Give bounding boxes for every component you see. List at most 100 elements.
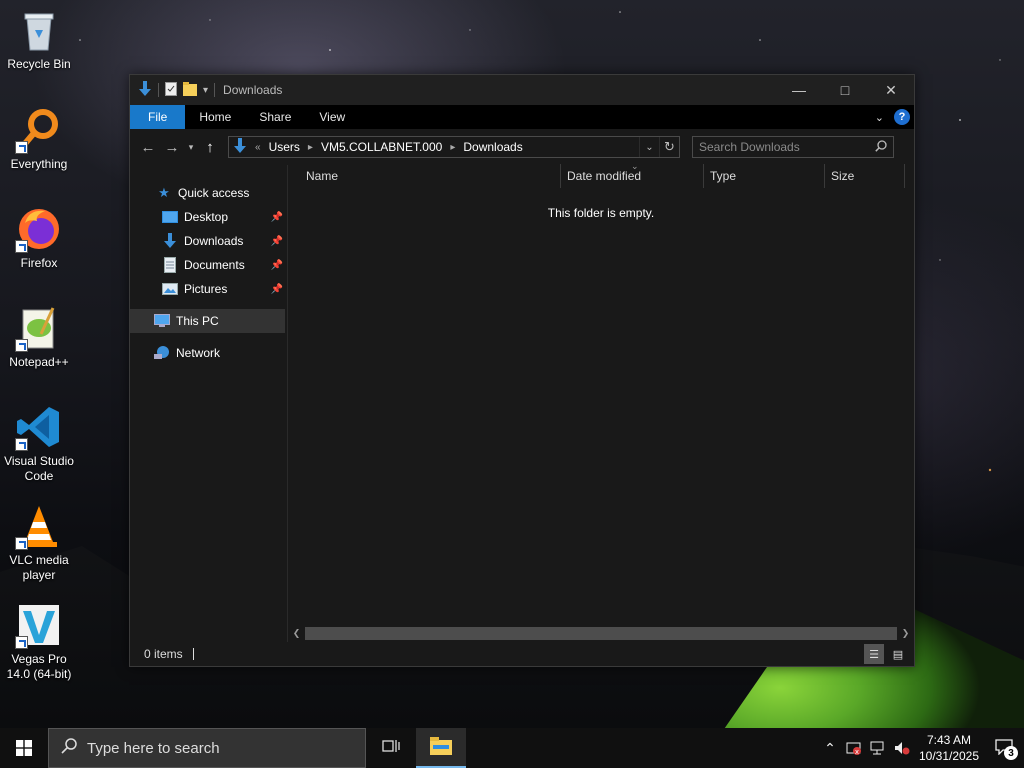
forward-arrow-icon[interactable]: → (160, 135, 184, 159)
notification-count-badge: 3 (1004, 746, 1018, 760)
vscode-icon (15, 403, 63, 451)
properties-checkbox-icon[interactable] (165, 81, 177, 99)
column-size[interactable]: Size (825, 164, 905, 188)
minimize-button[interactable]: — (776, 75, 822, 105)
column-type[interactable]: Type (704, 164, 825, 188)
shortcut-arrow-icon (15, 339, 28, 352)
address-bar-actions: ⌄ ↻ (639, 137, 679, 157)
recent-locations-chevron-icon[interactable]: ▾ (184, 135, 198, 159)
tab-view[interactable]: View (305, 105, 359, 129)
system-tray: ⌃ x 7:43 AM 10/31/2025 3 (818, 728, 1024, 768)
item-count: 0 items (144, 647, 183, 661)
breadcrumb-user-folder[interactable]: VM5.COLLABNET.000 (321, 140, 442, 154)
up-arrow-icon[interactable]: ↑ (198, 135, 222, 159)
security-warning-icon[interactable]: x (842, 728, 866, 768)
toolbar-separator (214, 83, 216, 97)
search-icon[interactable] (875, 139, 887, 155)
nav-documents[interactable]: Documents 📌 (130, 253, 287, 277)
tab-file[interactable]: File (130, 105, 186, 129)
address-bar[interactable]: « Users ▸ VM5.COLLABNET.000 ▸ Downloads … (228, 136, 680, 158)
search-box[interactable] (692, 136, 894, 158)
volume-muted-icon[interactable] (890, 728, 914, 768)
status-bar: 0 items ☰ ▤ (130, 642, 914, 666)
nav-network[interactable]: Network (130, 341, 287, 365)
desktop-icon-vlc[interactable]: VLC media player (2, 502, 76, 583)
scrollbar-thumb[interactable] (305, 627, 897, 640)
nav-quick-access[interactable]: ★ Quick access (130, 181, 287, 205)
address-history-chevron-icon[interactable]: ⌄ (639, 137, 659, 157)
pin-icon[interactable]: 📌 (271, 236, 283, 247)
nav-item-label: Documents (184, 258, 245, 272)
pin-icon[interactable]: 📌 (271, 260, 283, 271)
shortcut-arrow-icon (15, 141, 28, 154)
file-list-pane[interactable]: Name ⌄ Date modified Type Size This fold… (288, 161, 914, 642)
taskbar-file-explorer[interactable] (416, 728, 466, 768)
column-date-modified[interactable]: ⌄ Date modified (561, 161, 704, 188)
desktop-icon-label: VLC media player (9, 553, 69, 582)
breadcrumb-chevron-icon[interactable]: ▸ (450, 142, 455, 153)
scroll-left-icon[interactable]: ❮ (288, 625, 305, 642)
desktop-icon-vegas[interactable]: Vegas Pro 14.0 (64-bit) (2, 601, 76, 682)
pin-icon[interactable]: 📌 (271, 284, 283, 295)
desktop-icon-notepadpp[interactable]: Notepad++ (2, 304, 76, 370)
breadcrumb-overflow-icon[interactable]: « (255, 142, 261, 153)
show-hidden-icons-chevron-icon[interactable]: ⌃ (818, 728, 842, 768)
column-name[interactable]: Name (288, 164, 561, 188)
scroll-right-icon[interactable]: ❯ (897, 625, 914, 642)
everything-search-icon (15, 106, 63, 154)
search-input[interactable] (699, 140, 875, 154)
network-status-icon[interactable] (866, 728, 890, 768)
desktop-icon-everything[interactable]: Everything (2, 106, 76, 172)
window-controls: — □ ✕ (776, 75, 914, 105)
details-view-icon[interactable]: ☰ (864, 644, 884, 664)
computer-icon (154, 313, 170, 329)
breadcrumb-downloads[interactable]: Downloads (463, 140, 522, 154)
taskbar-search-placeholder: Type here to search (87, 739, 220, 757)
breadcrumb-chevron-icon[interactable]: ▸ (308, 142, 313, 153)
clock[interactable]: 7:43 AM 10/31/2025 (914, 732, 984, 764)
quick-access-toolbar: ▾ (138, 80, 216, 100)
refresh-icon[interactable]: ↻ (659, 137, 679, 157)
customize-dropdown-icon[interactable]: ▾ (203, 85, 208, 96)
taskbar-search-box[interactable]: Type here to search (48, 728, 366, 768)
pin-icon[interactable]: 📌 (271, 212, 283, 223)
explorer-body: ★ Quick access Desktop 📌 Downloads 📌 Doc… (130, 161, 914, 642)
large-icons-view-icon[interactable]: ▤ (888, 644, 908, 664)
task-view-button[interactable] (366, 728, 416, 768)
maximize-button[interactable]: □ (822, 75, 868, 105)
title-bar[interactable]: ▾ Downloads — □ ✕ (130, 75, 914, 105)
nav-this-pc[interactable]: This PC (130, 309, 285, 333)
nav-downloads[interactable]: Downloads 📌 (130, 229, 287, 253)
vlc-icon (15, 502, 63, 550)
back-arrow-icon[interactable]: ← (136, 135, 160, 159)
tab-share[interactable]: Share (245, 105, 305, 129)
nav-desktop[interactable]: Desktop 📌 (130, 205, 287, 229)
clock-date: 10/31/2025 (918, 749, 980, 763)
documents-folder-icon (162, 257, 178, 273)
toolbar-separator (158, 83, 159, 97)
ribbon-right-controls: ⌄ ? (875, 105, 914, 129)
tab-home[interactable]: Home (185, 105, 245, 129)
sort-caret-icon: ⌄ (631, 161, 639, 171)
help-icon[interactable]: ? (894, 109, 910, 125)
shortcut-arrow-icon (15, 438, 28, 451)
action-center-button[interactable]: 3 (984, 728, 1024, 768)
start-button[interactable] (0, 728, 48, 768)
file-explorer-window: ▾ Downloads — □ ✕ File Home Share View ⌄… (129, 74, 915, 667)
notepad-plus-plus-icon (15, 304, 63, 352)
desktop-icon-label: Recycle Bin (7, 57, 71, 71)
vegas-pro-icon (15, 601, 63, 649)
desktop-icon-firefox[interactable]: Firefox (2, 205, 76, 271)
expand-ribbon-chevron-icon[interactable]: ⌄ (875, 111, 884, 124)
desktop-icon-vscode[interactable]: Visual Studio Code (2, 403, 76, 484)
nav-item-label: Desktop (184, 210, 229, 224)
new-folder-icon[interactable] (183, 81, 197, 99)
desktop-icon-label: Firefox (20, 256, 58, 270)
nav-item-label: This PC (176, 314, 219, 328)
desktop-icon-recycle-bin[interactable]: Recycle Bin (2, 6, 76, 72)
nav-pictures[interactable]: Pictures 📌 (130, 277, 287, 301)
horizontal-scrollbar[interactable]: ❮ ❯ (288, 625, 914, 642)
close-button[interactable]: ✕ (868, 75, 914, 105)
column-headers: Name ⌄ Date modified Type Size (288, 161, 914, 188)
breadcrumb-users[interactable]: Users (269, 140, 300, 154)
